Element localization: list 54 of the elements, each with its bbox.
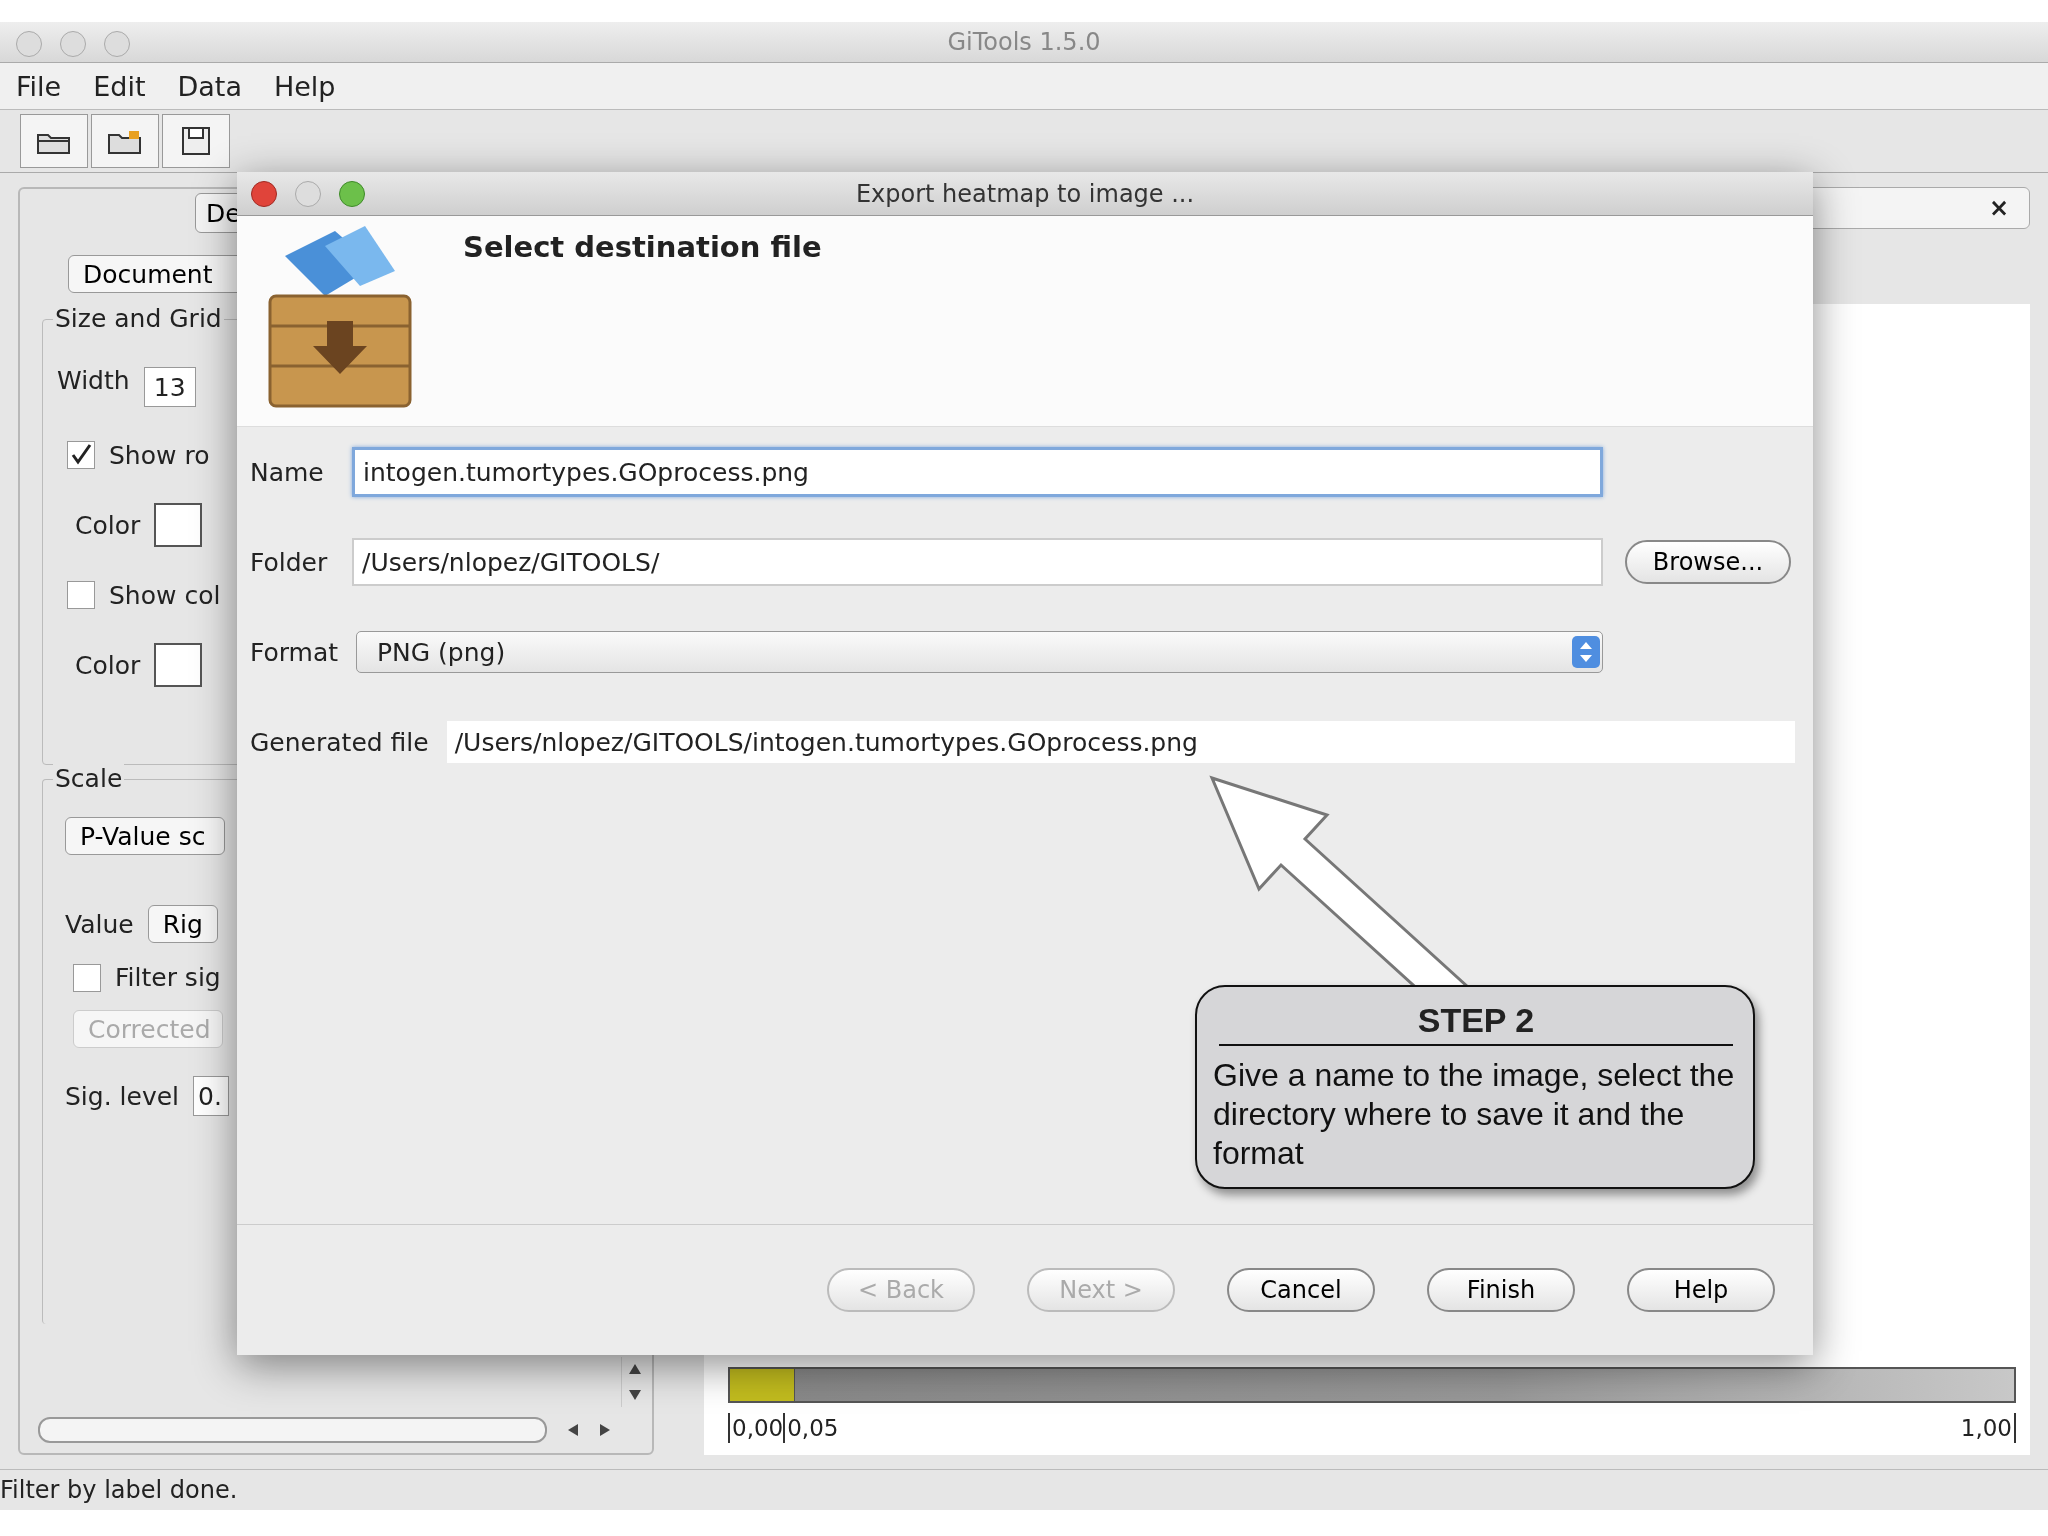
- window-title: GiTools 1.5.0: [947, 28, 1101, 56]
- scrollbar-thumb[interactable]: [38, 1417, 547, 1443]
- scale-label: 1,00: [1958, 1413, 2016, 1443]
- wizard-button[interactable]: Cancel: [1227, 1268, 1375, 1312]
- checkbox[interactable]: [67, 581, 95, 609]
- callout-text: Give a name to the image, select the directory where to save it and the format: [1213, 1056, 1736, 1174]
- scroll-down-icon[interactable]: [628, 1389, 642, 1401]
- checkbox[interactable]: [73, 963, 101, 992]
- callout-title: STEP 2: [1219, 1001, 1733, 1046]
- wizard-button[interactable]: Finish: [1427, 1268, 1575, 1312]
- checkbox-label: Show ro: [109, 440, 210, 470]
- scroll-left-icon[interactable]: [567, 1423, 579, 1437]
- dialog-title: Export heatmap to image ...: [855, 179, 1195, 208]
- menu-item[interactable]: Edit: [93, 70, 146, 102]
- width-label: Width: [57, 365, 130, 395]
- scale-label: 0,00: [728, 1413, 784, 1443]
- save-icon[interactable]: [162, 114, 230, 168]
- checkbox-label: Show col: [109, 580, 221, 610]
- dialog-heading: Select destination file: [463, 230, 822, 264]
- format-dropdown[interactable]: PNG (png): [356, 631, 1603, 673]
- sig-level-label: Sig. level: [65, 1081, 180, 1111]
- browse-button[interactable]: Browse...: [1624, 540, 1792, 584]
- color-swatch[interactable]: [154, 503, 203, 547]
- field-label: Name: [250, 457, 325, 487]
- field-label: Folder: [250, 547, 329, 577]
- color-swatch[interactable]: [154, 643, 203, 687]
- menu-item[interactable]: Data: [177, 70, 242, 102]
- scale-label: 0,05: [783, 1413, 839, 1443]
- wizard-button[interactable]: Help: [1627, 1268, 1775, 1312]
- scale-dropdown[interactable]: P-Value sc: [65, 817, 225, 855]
- scroll-right-icon[interactable]: [599, 1423, 611, 1437]
- field-label: Generated file: [250, 727, 429, 757]
- width-field[interactable]: 13: [143, 367, 196, 407]
- color-label: Color: [75, 650, 141, 680]
- field-label: Format: [250, 637, 340, 667]
- zoom-icon[interactable]: [339, 181, 365, 207]
- status-text: Filter by label done.: [0, 1476, 238, 1504]
- color-label: Color: [75, 510, 141, 540]
- text-field[interactable]: intogen.tumortypes.GOprocess.png: [352, 447, 1603, 497]
- sig-level-field[interactable]: 0.: [193, 1076, 230, 1116]
- value-label: Value: [65, 909, 134, 939]
- checkbox[interactable]: [67, 441, 95, 469]
- stepper-icon[interactable]: [1572, 636, 1600, 668]
- menu-item[interactable]: Help: [273, 70, 336, 102]
- folder-icon[interactable]: [20, 114, 88, 168]
- generated-file-field: /Users/nlopez/GITOOLS/intogen.tumortypes.GOprocess.png: [446, 721, 1795, 763]
- text-field[interactable]: /Users/nlopez/GITOOLS/: [352, 538, 1603, 586]
- checkbox-label: Filter sig: [115, 963, 221, 992]
- folder-icon[interactable]: [91, 114, 159, 168]
- close-button[interactable]: ×: [1988, 194, 2009, 222]
- menu-item[interactable]: File: [16, 70, 62, 102]
- scroll-up-icon[interactable]: [628, 1363, 642, 1375]
- close-icon[interactable]: [251, 181, 277, 207]
- value-dropdown[interactable]: Rig: [147, 905, 218, 943]
